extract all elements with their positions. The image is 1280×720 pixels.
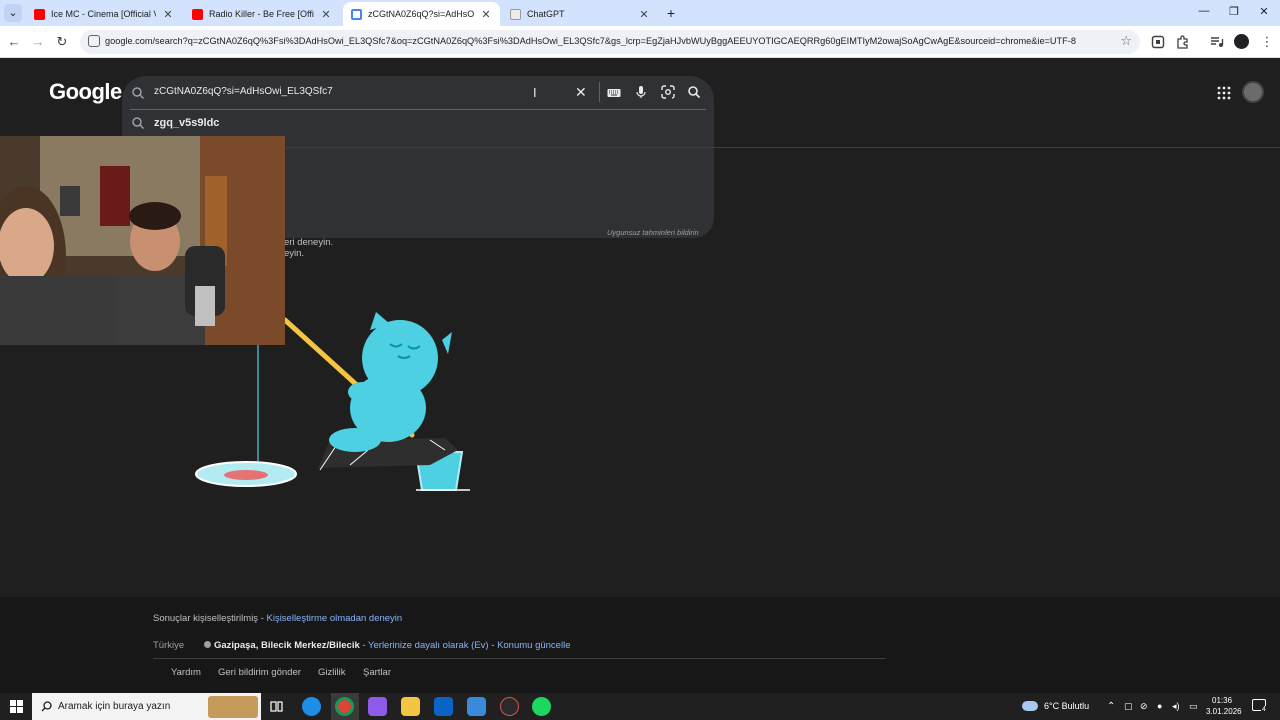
search-suggestion[interactable]: zgq_v5s9ldc (154, 117, 219, 129)
chatgpt-icon (510, 8, 521, 20)
file-explorer-icon[interactable] (401, 697, 420, 716)
back-arrow-icon[interactable]: ← (6, 34, 22, 50)
youtube-icon (34, 8, 45, 20)
edge-icon[interactable] (302, 697, 321, 716)
personalized-note: Sonuçlar kişiselleştirilmiş - Kişiselleş… (153, 613, 402, 624)
youtube-icon (192, 8, 203, 20)
search-divider (599, 82, 600, 102)
chrome-icon[interactable] (335, 697, 354, 716)
no-results-text: eri deneyin. (284, 237, 334, 248)
url-text[interactable]: google.com/search?q=zCGtNA0Z6qQ%3Fsi%3DA… (105, 36, 1105, 46)
outlook-icon[interactable] (434, 697, 453, 716)
extensions-puzzle-icon[interactable] (1175, 35, 1189, 49)
taskbar-search-box[interactable]: Aramak için buraya yazın (32, 693, 261, 720)
tray-display-icon[interactable]: ▭ (1189, 701, 1198, 712)
new-tab-plus-icon[interactable]: + (664, 5, 678, 21)
tab-title: Ice MC - Cinema [Official Video] (51, 9, 156, 19)
location-line: Gazipaşa, Bilecik Merkez/Bilecik - Yerle… (204, 640, 570, 651)
site-info-icon[interactable] (88, 35, 100, 47)
suggestion-search-icon (132, 117, 145, 130)
bookmark-star-icon[interactable]: ☆ (1120, 33, 1132, 49)
webcam-overlay (0, 136, 285, 345)
footer-link-privacy[interactable]: Gizlilik (318, 667, 345, 678)
country-label: Türkiye (153, 640, 185, 651)
cloud-weather-icon[interactable] (1022, 701, 1038, 711)
google-apps-grid-icon[interactable] (1217, 86, 1231, 100)
tab-title: ChatGPT (527, 9, 565, 19)
microsoft-store-icon[interactable] (467, 697, 486, 716)
tab-chatgpt[interactable]: ChatGPT ✕ (502, 2, 658, 26)
tab-title: Radio Killer - Be Free [Official Video] (209, 9, 314, 19)
footer-link-terms[interactable]: Şartlar (363, 667, 391, 678)
location-name: Gazipaşa, Bilecik Merkez/Bilecik (214, 640, 360, 651)
footer-link-feedback[interactable]: Geri bildirim gönder (218, 667, 301, 678)
screenshot-icon[interactable] (1151, 35, 1165, 49)
location-separator: - (488, 640, 498, 651)
weather-text[interactable]: 6°C Bulutlu (1044, 701, 1089, 711)
search-input[interactable]: zCGtNA0Z6qQ?si=AdHsOwi_EL3QSfc7 (154, 86, 333, 97)
tab-close-icon[interactable]: ✕ (320, 8, 332, 21)
screen-recorder-icon[interactable] (500, 697, 519, 716)
microphone-icon[interactable] (634, 85, 648, 99)
forward-arrow-icon[interactable]: → (30, 34, 46, 50)
report-predictions-link[interactable]: Uygunsuz tahminleri bildirin (607, 228, 699, 237)
windows-start-icon[interactable] (10, 700, 23, 713)
text-cursor-icon: I (533, 85, 537, 100)
reload-icon[interactable]: ↻ (54, 34, 70, 50)
notification-count-badge: 4 (1261, 706, 1267, 713)
browser-toolbar: ← → ↻ google.com/search?q=zCGtNA0Z6qQ%3F… (0, 26, 1280, 58)
spotify-icon[interactable] (532, 697, 551, 716)
clear-search-icon[interactable]: ✕ (575, 84, 587, 101)
tray-device-icon[interactable]: ▢ (1124, 701, 1133, 712)
tab-ice-mc[interactable]: Ice MC - Cinema [Official Video] ✕ (26, 2, 182, 26)
windows-taskbar: Aramak için buraya yazın 6°C Bulutlu ⌃ ▢… (0, 693, 1280, 720)
media-control-icon[interactable] (1210, 35, 1224, 49)
search-highlight-image (208, 696, 258, 718)
restore-icon[interactable]: ❐ (1226, 5, 1242, 18)
address-bar[interactable]: google.com/search?q=zCGtNA0Z6qQ%3Fsi%3DA… (80, 30, 1140, 54)
google-logo[interactable]: Google (49, 79, 122, 105)
footer-divider (153, 658, 886, 659)
google-lens-icon[interactable] (661, 85, 675, 99)
location-separator: - (359, 640, 369, 651)
task-view-icon[interactable] (270, 700, 283, 713)
tab-close-icon[interactable]: ✕ (162, 8, 174, 21)
tab-google-search[interactable]: zCGtNA0Z6qQ?si=AdHsOwi_EL3QSfc7 ✕ (343, 2, 500, 26)
tray-network-off-icon[interactable]: ⊘ (1140, 701, 1148, 712)
try-without-personalization-link[interactable]: Kişiselleştirme olmadan deneyin (267, 613, 403, 624)
google-icon (351, 8, 362, 20)
tab-search-menu-icon[interactable]: ⌄ (4, 4, 22, 22)
tray-chevron-icon[interactable]: ⌃ (1107, 701, 1115, 712)
location-basis-link[interactable]: Yerlerinize dayalı olarak (Ev) (368, 640, 489, 651)
close-window-icon[interactable]: ✕ (1256, 5, 1272, 18)
page-footer (0, 597, 1280, 693)
search-box-divider (130, 109, 706, 110)
profile-avatar[interactable] (1234, 34, 1249, 49)
tab-close-icon[interactable]: ✕ (480, 8, 492, 21)
minimize-icon[interactable]: — (1196, 5, 1212, 17)
clock-time[interactable]: 01:36 (1212, 696, 1232, 705)
search-icon (132, 87, 145, 100)
footer-link-help[interactable]: Yardım (171, 667, 201, 678)
tray-volume-icon[interactable]: ◂) (1172, 701, 1180, 712)
google-account-avatar[interactable] (1242, 81, 1264, 103)
copilot-icon[interactable] (368, 697, 387, 716)
keyboard-icon[interactable] (607, 86, 621, 100)
location-dot-icon (204, 641, 211, 648)
tray-mic-icon[interactable]: ● (1157, 701, 1162, 711)
tab-radio-killer[interactable]: Radio Killer - Be Free [Official Video] … (184, 2, 340, 26)
clock-date[interactable]: 3.01.2026 (1206, 707, 1242, 716)
tab-strip: ⌄ Ice MC - Cinema [Official Video] ✕ Rad… (0, 0, 1280, 26)
no-results-text: eyin. (284, 248, 305, 259)
tab-close-icon[interactable]: ✕ (638, 8, 650, 21)
tab-title: zCGtNA0Z6qQ?si=AdHsOwi_EL3QSfc7 (368, 9, 474, 19)
search-submit-icon[interactable] (687, 85, 701, 99)
more-menu-icon[interactable]: ⋮ (1259, 34, 1275, 50)
taskbar-search-placeholder: Aramak için buraya yazın (58, 701, 171, 712)
update-location-link[interactable]: Konumu güncelle (497, 640, 570, 651)
personalized-text: Sonuçlar kişiselleştirilmiş - (153, 613, 267, 624)
taskbar-search-icon (41, 701, 52, 712)
